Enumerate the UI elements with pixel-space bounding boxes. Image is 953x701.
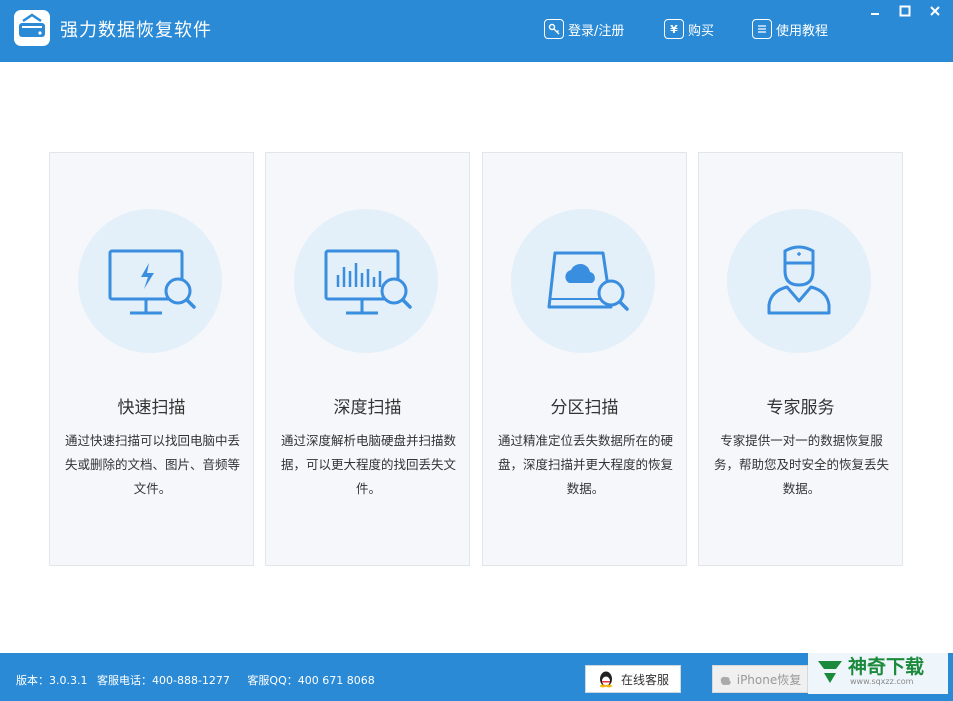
online-service-label: 在线客服 bbox=[620, 672, 669, 687]
iphone-recovery-button[interactable]: iPhone恢复 bbox=[712, 665, 808, 693]
title-bar: 强力数据恢复软件 登录/注册 ¥ 购买 使用教程 bbox=[0, 0, 953, 62]
deep-scan-icon-circle bbox=[294, 209, 438, 353]
watermark-leaf-icon bbox=[818, 661, 842, 683]
expert-service-card[interactable]: 专家服务 专家提供一对一的数据恢复服务，帮助您及时安全的恢复丢失数据。 bbox=[698, 152, 903, 566]
online-service-button[interactable]: 在线客服 bbox=[585, 665, 681, 693]
deep-scan-title: 深度扫描 bbox=[333, 398, 402, 418]
watermark-sub-text: www.sqxzz.com bbox=[850, 677, 914, 686]
tutorial-button[interactable]: 使用教程 bbox=[752, 17, 828, 41]
key-icon bbox=[544, 19, 564, 39]
disk-cloud-search-icon bbox=[547, 251, 629, 311]
monitor-chart-search-icon bbox=[324, 249, 412, 315]
deep-scan-card[interactable]: 深度扫描 通过深度解析电脑硬盘并扫描数据，可以更大程度的找回丢失文件。 bbox=[265, 152, 470, 566]
document-icon bbox=[752, 19, 772, 39]
monitor-lightning-search-icon bbox=[108, 249, 196, 315]
version-text: 版本：3.0.3.1 bbox=[16, 674, 88, 687]
expert-service-description: 专家提供一对一的数据恢复服务，帮助您及时安全的恢复丢失数据。 bbox=[713, 433, 889, 496]
partition-scan-title: 分区扫描 bbox=[550, 398, 619, 418]
yen-icon: ¥ bbox=[664, 19, 684, 39]
footer-info: 版本：3.0.3.1 客服电话：400-888-1277 客服QQ：400 67… bbox=[16, 672, 381, 688]
login-register-button[interactable]: 登录/注册 bbox=[544, 17, 624, 41]
close-button[interactable] bbox=[922, 0, 948, 22]
apple-icon bbox=[720, 673, 731, 685]
maximize-icon bbox=[899, 5, 911, 17]
buy-label: 购买 bbox=[688, 23, 715, 39]
app-title: 强力数据恢复软件 bbox=[60, 20, 212, 41]
service-qq-text: 客服QQ：400 671 8068 bbox=[247, 674, 375, 687]
login-register-label: 登录/注册 bbox=[568, 23, 625, 39]
minimize-button[interactable] bbox=[862, 0, 888, 22]
expert-service-title: 专家服务 bbox=[766, 398, 835, 418]
watermark-logo: 神奇下载 www.sqxzz.com bbox=[808, 648, 948, 694]
partition-scan-card[interactable]: 分区扫描 通过精准定位丢失数据所在的硬盘，深度扫描并更大程度的恢复数据。 bbox=[482, 152, 687, 566]
buy-button[interactable]: ¥ 购买 bbox=[664, 17, 714, 41]
maximize-button[interactable] bbox=[892, 0, 918, 22]
partition-scan-description: 通过精准定位丢失数据所在的硬盘，深度扫描并更大程度的恢复数据。 bbox=[497, 433, 673, 496]
doctor-icon bbox=[767, 245, 831, 315]
quick-scan-icon-circle bbox=[78, 209, 222, 353]
deep-scan-description: 通过深度解析电脑硬盘并扫描数据，可以更大程度的找回丢失文件。 bbox=[280, 433, 456, 496]
quick-scan-description: 通过快速扫描可以找回电脑中丢失或删除的文档、图片、音频等文件。 bbox=[64, 433, 240, 496]
quick-scan-card[interactable]: 快速扫描 通过快速扫描可以找回电脑中丢失或删除的文档、图片、音频等文件。 bbox=[49, 152, 254, 566]
app-logo-icon bbox=[14, 10, 50, 46]
expert-service-icon-circle bbox=[727, 209, 871, 353]
close-icon bbox=[930, 6, 940, 16]
quick-scan-title: 快速扫描 bbox=[117, 398, 186, 418]
partition-scan-icon-circle bbox=[511, 209, 655, 353]
iphone-recovery-label: iPhone恢复 bbox=[736, 672, 802, 687]
minimize-icon bbox=[871, 13, 879, 15]
watermark-main-text: 神奇下载 bbox=[848, 656, 925, 678]
service-phone-text: 客服电话：400-888-1277 bbox=[96, 674, 230, 687]
qq-penguin-icon bbox=[599, 671, 612, 688]
tutorial-label: 使用教程 bbox=[776, 23, 829, 39]
main-content: 快速扫描 通过快速扫描可以找回电脑中丢失或删除的文档、图片、音频等文件。 深度扫… bbox=[0, 62, 953, 652]
